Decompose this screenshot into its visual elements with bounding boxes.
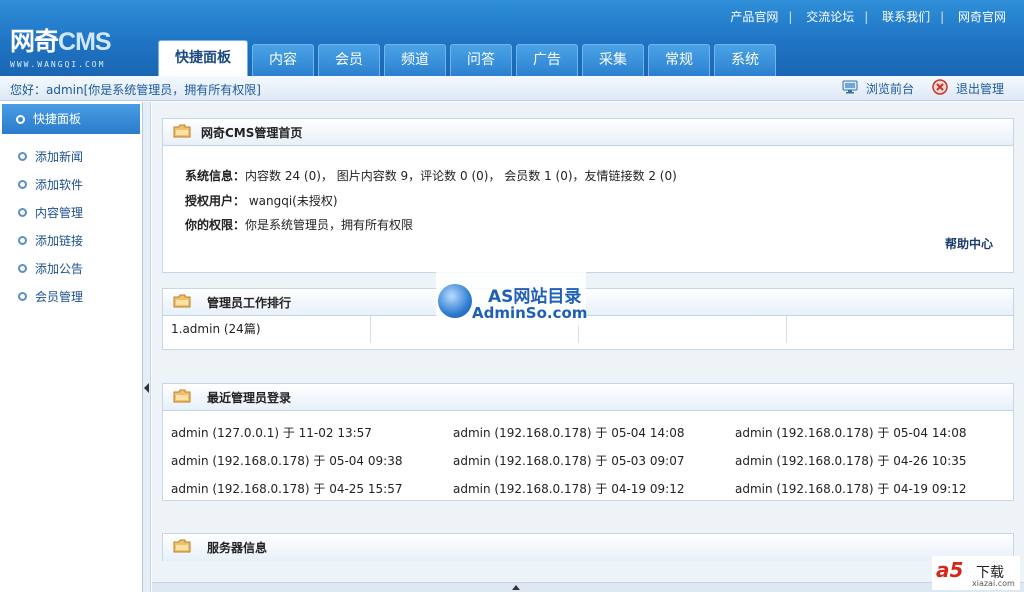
sidebar-item-add-software[interactable]: 添加软件 (0, 170, 142, 198)
permissions: 你的权限：你是系统管理员，拥有所有权限 (185, 218, 414, 232)
tab-members[interactable]: 会员 (318, 44, 380, 76)
ranking-cell (787, 316, 995, 343)
preview-label: 浏览前台 (865, 82, 914, 96)
link-official-site[interactable]: 网奇官网 (958, 10, 1006, 24)
close-circle-icon (932, 79, 948, 98)
tab-qa[interactable]: 问答 (450, 44, 512, 76)
expand-arrow-icon (512, 585, 520, 590)
tab-ads[interactable]: 广告 (516, 44, 578, 76)
login-entry: admin (192.168.0.178) 于 04-19 09:12 (735, 482, 967, 496)
folder-icon (173, 539, 191, 556)
preview-frontend-button[interactable]: 浏览前台 (842, 80, 914, 97)
home-panel: 网奇CMS管理首页 系统信息：内容数 24 (0)， 图片内容数 9，评论数 0… (162, 118, 1014, 273)
collapse-arrow-icon (144, 383, 149, 393)
logout-button[interactable]: 退出管理 (932, 79, 1004, 98)
recent-logins-panel: 最近管理员登录 admin (127.0.0.1) 于 11-02 13:57 … (162, 383, 1014, 501)
home-panel-title: 网奇CMS管理首页 (201, 125, 303, 140)
login-entry: admin (192.168.0.178) 于 05-04 09:38 (171, 454, 403, 468)
top-links: 产品官网 | 交流论坛 | 联系我们 | 网奇官网 (730, 10, 1006, 24)
sidebar-item-label: 内容管理 (35, 205, 84, 220)
sidebar-title[interactable]: 快捷面板 (2, 104, 140, 134)
login-list: admin (127.0.0.1) 于 11-02 13:57 admin (1… (163, 411, 1013, 503)
ranking-panel-title: 管理员工作排行 (207, 295, 292, 310)
circle-bullet-icon (16, 114, 25, 124)
login-entry: admin (192.168.0.178) 于 05-04 14:08 (453, 426, 685, 440)
main-content: 网奇CMS管理首页 系统信息：内容数 24 (0)， 图片内容数 9，评论数 0… (152, 102, 1024, 592)
logo: 网奇CMS WWW.WANGQI.COM (10, 27, 112, 69)
login-entry: admin (127.0.0.1) 于 11-02 13:57 (171, 426, 372, 440)
ranking-table: 1.admin (24篇) (163, 316, 1013, 343)
globe-icon (438, 284, 472, 318)
main-nav: 快捷面板 内容 会员 频道 问答 广告 采集 常规 系统 (158, 40, 780, 76)
tab-general[interactable]: 常规 (648, 44, 710, 76)
folder-icon (173, 389, 191, 406)
sidebar-item-add-link[interactable]: 添加链接 (0, 226, 142, 254)
login-entry: admin (192.168.0.178) 于 04-25 15:57 (171, 482, 403, 496)
circle-bullet-icon (18, 263, 27, 273)
authorized-user: 授权用户： wangqi(未授权) (185, 194, 338, 208)
login-entry: admin (192.168.0.178) 于 05-04 14:08 (735, 426, 967, 440)
system-info: 系统信息：内容数 24 (0)， 图片内容数 9，评论数 0 (0)， 会员数 … (185, 169, 677, 183)
top-header: 网奇CMS WWW.WANGQI.COM 产品官网 | 交流论坛 | 联系我们 | 网… (0, 0, 1024, 76)
login-entry: admin (192.168.0.178) 于 05-03 09:07 (453, 454, 685, 468)
circle-bullet-icon (18, 291, 27, 301)
folder-icon (173, 124, 191, 141)
link-product-site[interactable]: 产品官网 (730, 10, 778, 24)
bottom-toggle[interactable] (152, 582, 1024, 592)
login-entry: admin (192.168.0.178) 于 04-19 09:12 (453, 482, 685, 496)
sidebar-item-label: 添加软件 (35, 177, 84, 192)
tab-quick-panel[interactable]: 快捷面板 (158, 40, 248, 76)
help-center-link[interactable]: 帮助中心 (945, 235, 993, 252)
circle-bullet-icon (18, 207, 27, 217)
a5-watermark: a5 下载 xiazai.com (932, 556, 1020, 590)
circle-bullet-icon (18, 151, 27, 161)
sidebar-item-member-manage[interactable]: 会员管理 (0, 282, 142, 310)
ranking-cell: 1.admin (24篇) (163, 316, 371, 343)
logout-label: 退出管理 (955, 82, 1004, 96)
tab-collect[interactable]: 采集 (582, 44, 644, 76)
welcome-text: 您好：admin[你是系统管理员，拥有所有权限] (10, 83, 261, 97)
tab-system[interactable]: 系统 (714, 44, 776, 76)
sidebar-toggle[interactable] (143, 102, 151, 592)
ranking-panel: 管理员工作排行 1.admin (24篇) (162, 288, 1014, 350)
watermark-url: AdminSo.com (472, 304, 588, 322)
adminso-watermark: AS网站目录 AdminSo.com (436, 270, 588, 326)
sidebar-item-label: 添加链接 (35, 233, 84, 248)
a5-logo: a5 (936, 558, 964, 582)
info-bar: 您好：admin[你是系统管理员，拥有所有权限] 浏览前台 退出管理 (0, 76, 1024, 101)
tab-channels[interactable]: 频道 (384, 44, 446, 76)
circle-bullet-icon (18, 235, 27, 245)
sidebar-title-label: 快捷面板 (33, 112, 82, 126)
login-entry: admin (192.168.0.178) 于 04-26 10:35 (735, 454, 967, 468)
sidebar-item-label: 会员管理 (35, 289, 84, 304)
link-forum[interactable]: 交流论坛 (806, 10, 854, 24)
recent-logins-title: 最近管理员登录 (207, 390, 292, 405)
sidebar-item-add-notice[interactable]: 添加公告 (0, 254, 142, 282)
server-info-panel: 服务器信息 (162, 533, 1014, 561)
sidebar-item-label: 添加公告 (35, 261, 84, 276)
circle-bullet-icon (18, 179, 27, 189)
monitor-icon (842, 80, 858, 97)
ranking-cell (579, 316, 787, 343)
link-contact[interactable]: 联系我们 (882, 10, 930, 24)
sidebar: 快捷面板 添加新闻 添加软件 内容管理 添加链接 添加公告 会员管理 (0, 102, 143, 592)
sidebar-item-content-manage[interactable]: 内容管理 (0, 198, 142, 226)
a5-url: xiazai.com (972, 579, 1015, 588)
folder-icon (173, 294, 191, 311)
sidebar-item-label: 添加新闻 (35, 149, 84, 164)
server-info-title: 服务器信息 (207, 541, 268, 555)
tab-content[interactable]: 内容 (252, 44, 314, 76)
sidebar-item-add-news[interactable]: 添加新闻 (0, 142, 142, 170)
